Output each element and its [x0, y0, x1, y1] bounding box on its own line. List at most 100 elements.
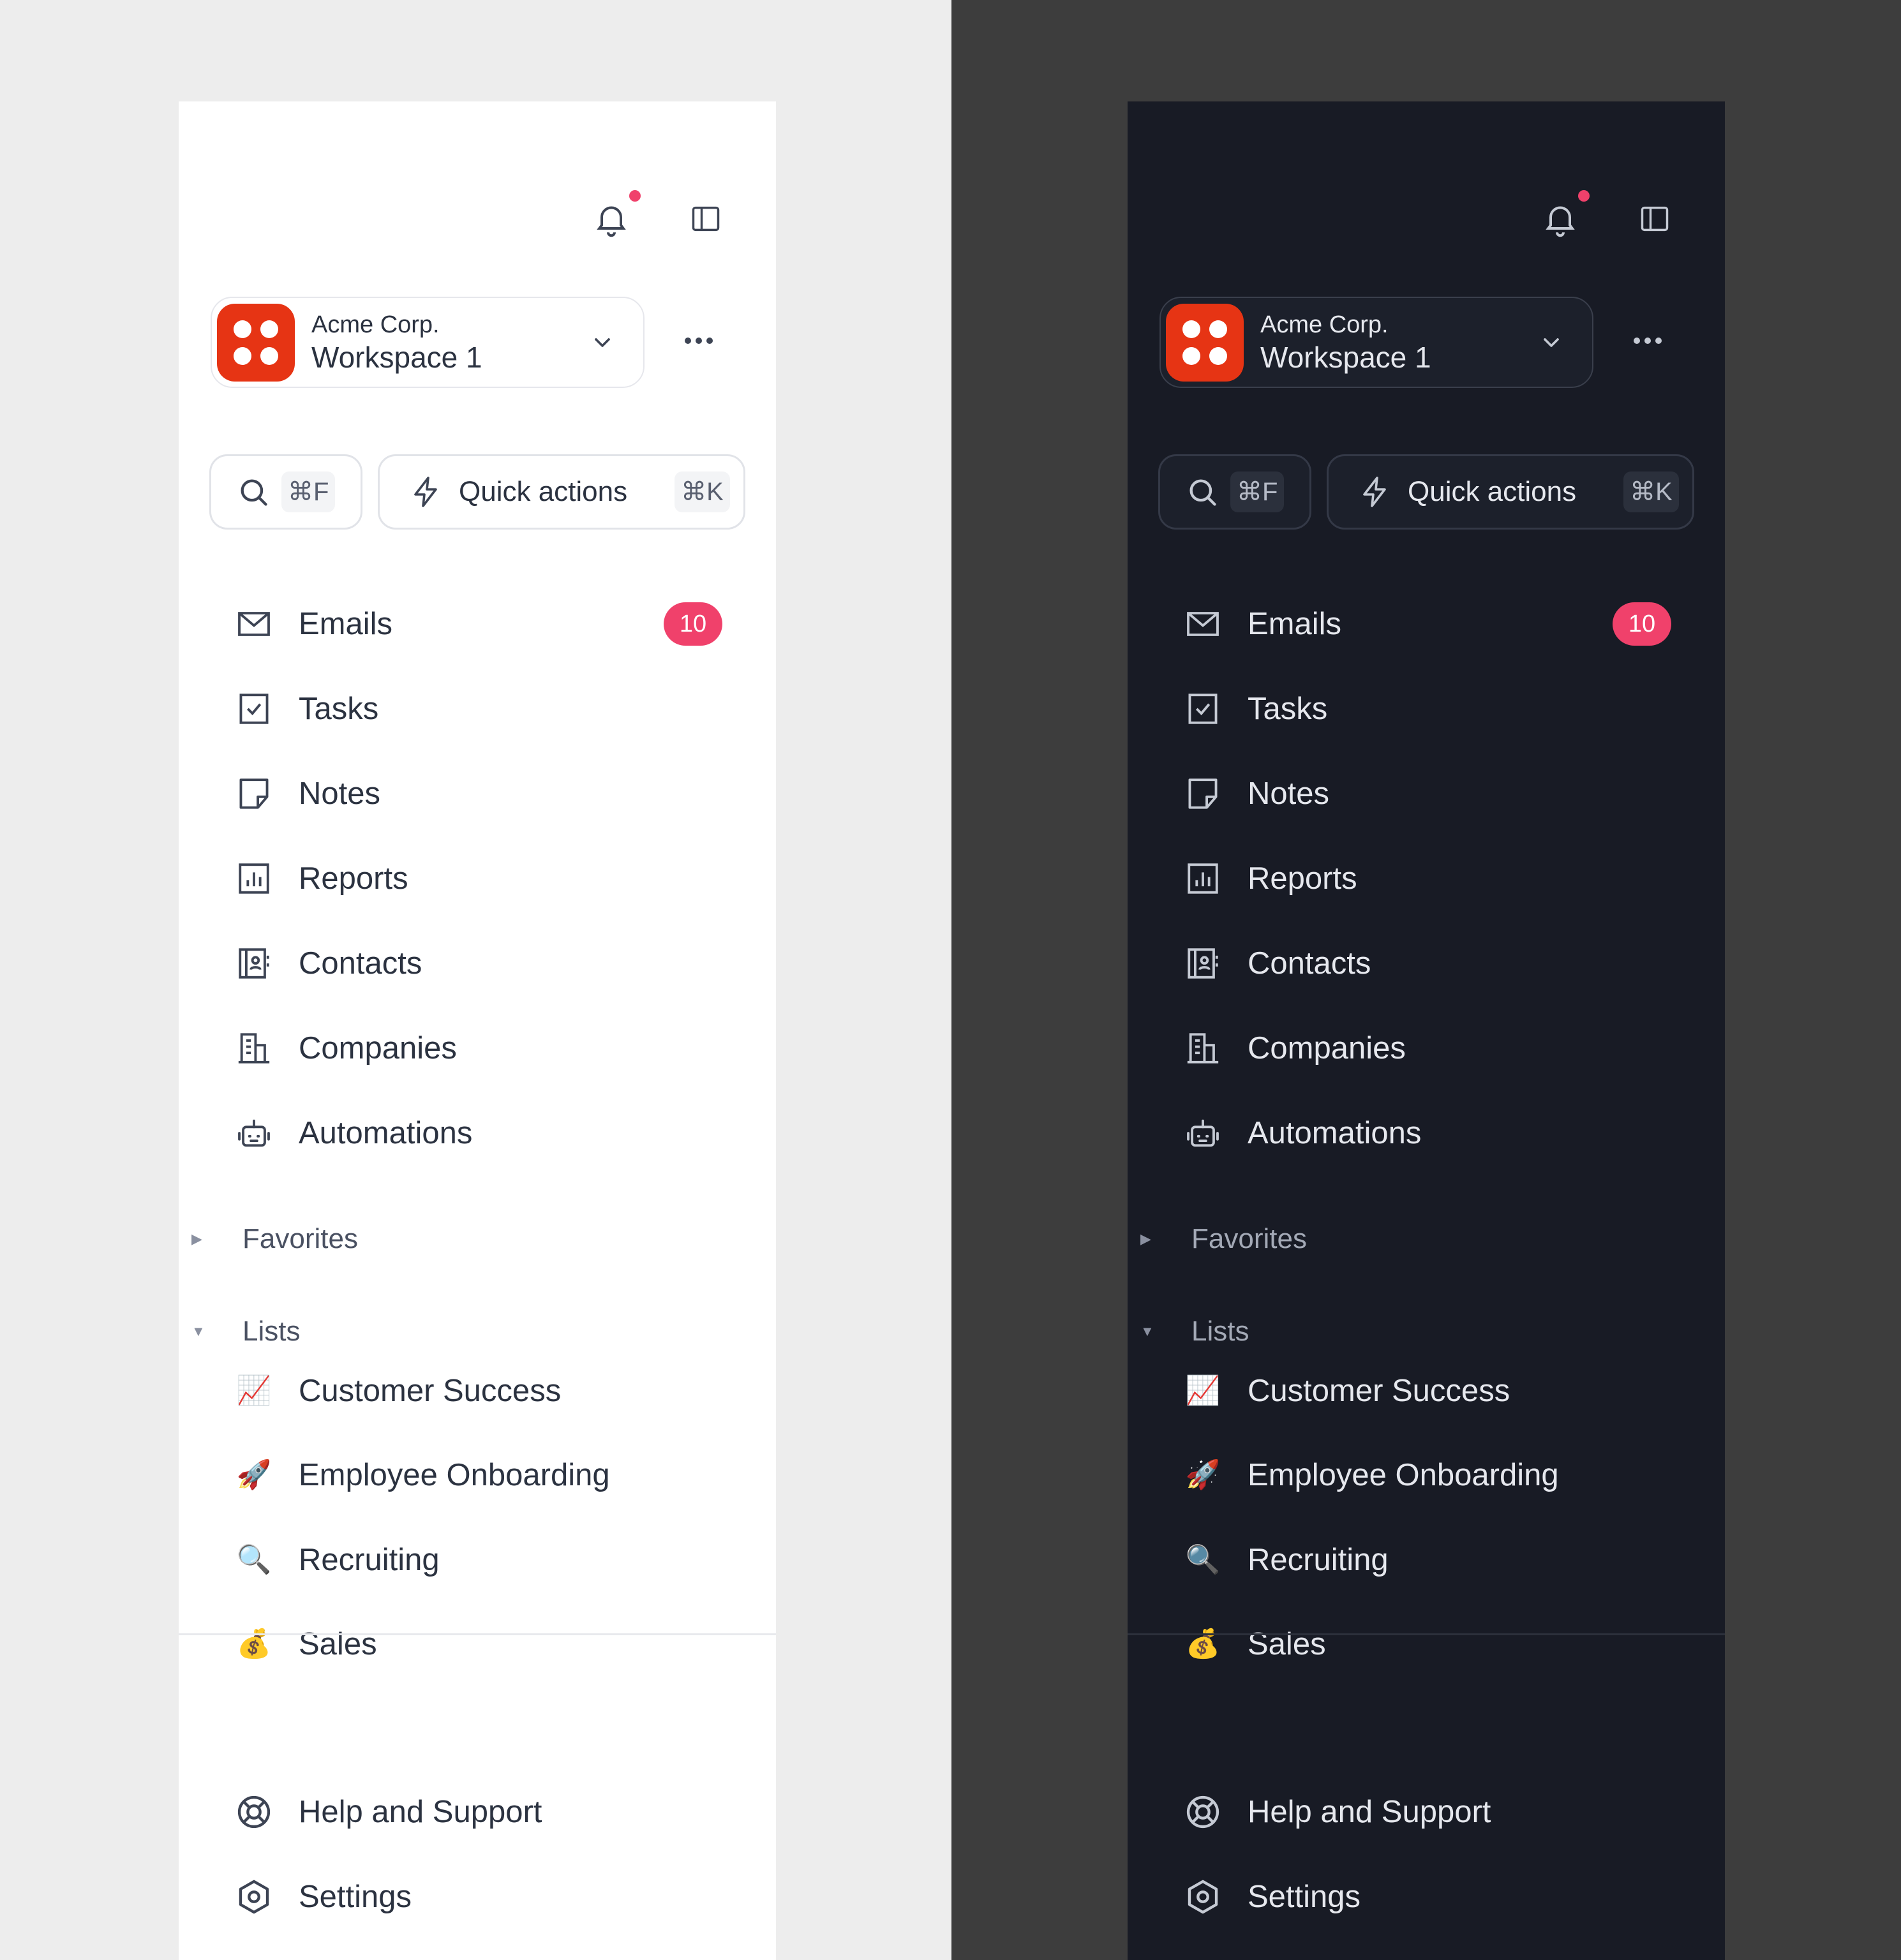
nav-item-label: Emails	[1248, 607, 1342, 641]
list-item[interactable]: 🔍 Recruiting	[235, 1534, 720, 1585]
nav-item-emails[interactable]: Emails 10	[235, 598, 722, 650]
building-icon	[1184, 1029, 1222, 1067]
search-button[interactable]: ⌘F	[209, 454, 362, 530]
unread-badge: 10	[664, 602, 722, 646]
chart-icon	[1184, 859, 1222, 898]
checkbox-icon	[235, 690, 273, 728]
nav-item-tasks[interactable]: Tasks	[235, 683, 720, 734]
chart-icon	[235, 859, 273, 898]
nav-item-reports[interactable]: Reports	[1184, 853, 1669, 904]
quick-actions-button[interactable]: Quick actions ⌘K	[1327, 454, 1694, 530]
nav-item-notes[interactable]: Notes	[1184, 768, 1669, 819]
footer-item-label: Help and Support	[299, 1795, 542, 1829]
quick-actions-button[interactable]: Quick actions ⌘K	[378, 454, 745, 530]
nav-item-automations[interactable]: Automations	[235, 1108, 720, 1159]
footer-item-gear[interactable]: Settings	[1184, 1871, 1669, 1922]
dark-theme-panel: Acme Corp. Workspace 1 ⌘F Quick actions …	[951, 0, 1901, 1960]
nav-item-label: Automations	[299, 1116, 473, 1150]
nav-item-automations[interactable]: Automations	[1184, 1108, 1669, 1159]
footer-item-gear[interactable]: Settings	[235, 1871, 720, 1922]
list-item[interactable]: 🚀 Employee Onboarding	[1184, 1450, 1669, 1501]
section-favorites[interactable]: ▶ Favorites	[1140, 1220, 1307, 1258]
section-lists[interactable]: ▼ Lists	[1140, 1312, 1249, 1351]
nav-item-label: Contacts	[299, 946, 422, 981]
company-name: Acme Corp.	[311, 311, 440, 338]
top-toolbar	[1128, 190, 1725, 238]
divider	[179, 1633, 776, 1635]
nav-item-label: Tasks	[1248, 692, 1328, 726]
toggle-sidebar-icon[interactable]	[689, 202, 722, 235]
checkbox-icon	[1184, 690, 1222, 728]
lifebuoy-icon	[1184, 1793, 1222, 1831]
more-options-icon[interactable]	[1632, 334, 1664, 347]
footer-item-label: Settings	[299, 1880, 412, 1914]
gear-icon	[235, 1878, 273, 1916]
contacts-icon	[1184, 944, 1222, 983]
light-theme-panel: Acme Corp. Workspace 1 ⌘F Quick actions …	[0, 0, 951, 1960]
list-item[interactable]: 📈 Customer Success	[1184, 1365, 1669, 1416]
caret-down-icon: ▼	[1140, 1323, 1154, 1339]
more-options-icon[interactable]	[683, 334, 715, 347]
nav-item-emails[interactable]: Emails 10	[1184, 598, 1671, 650]
list-item-label: Sales	[299, 1627, 377, 1661]
notifications-bell-icon[interactable]	[592, 200, 630, 238]
list-item[interactable]: 💰 Sales	[235, 1619, 720, 1670]
nav-item-label: Notes	[1248, 776, 1330, 811]
workspace-switcher[interactable]: Acme Corp. Workspace 1	[211, 297, 645, 388]
nav-item-label: Reports	[299, 861, 408, 896]
workspace-switcher[interactable]: Acme Corp. Workspace 1	[1159, 297, 1593, 388]
section-label: Lists	[1191, 1316, 1249, 1347]
list-emoji-icon: 🚀	[236, 1459, 272, 1490]
list-item-label: Customer Success	[1248, 1374, 1510, 1408]
nav-item-reports[interactable]: Reports	[235, 853, 720, 904]
section-favorites[interactable]: ▶ Favorites	[191, 1220, 358, 1258]
mail-icon	[1184, 605, 1222, 643]
toggle-sidebar-icon[interactable]	[1638, 202, 1671, 235]
list-item[interactable]: 📈 Customer Success	[235, 1365, 720, 1416]
list-emoji-icon: 🔍	[1185, 1544, 1221, 1575]
list-item[interactable]: 🚀 Employee Onboarding	[235, 1450, 720, 1501]
search-shortcut: ⌘F	[281, 471, 336, 512]
quick-actions-label: Quick actions	[1408, 476, 1577, 507]
nav-item-tasks[interactable]: Tasks	[1184, 683, 1669, 734]
workspace-logo	[217, 303, 295, 382]
note-icon	[235, 775, 273, 813]
workspace-name: Workspace 1	[311, 340, 482, 374]
nav-item-contacts[interactable]: Contacts	[1184, 938, 1669, 989]
nav-item-companies[interactable]: Companies	[235, 1023, 720, 1074]
list-emoji-icon: 🔍	[236, 1544, 272, 1575]
footer-item-lifebuoy[interactable]: Help and Support	[1184, 1786, 1669, 1838]
lifebuoy-icon	[235, 1793, 273, 1831]
list-emoji-icon: 💰	[236, 1628, 272, 1659]
nav-item-companies[interactable]: Companies	[1184, 1023, 1669, 1074]
nav-item-label: Companies	[1248, 1031, 1406, 1065]
footer-item-lifebuoy[interactable]: Help and Support	[235, 1786, 720, 1838]
nav-item-notes[interactable]: Notes	[235, 768, 720, 819]
nav-item-contacts[interactable]: Contacts	[235, 938, 720, 989]
nav-item-label: Emails	[299, 607, 393, 641]
quick-actions-label: Quick actions	[459, 476, 628, 507]
list-item-label: Employee Onboarding	[299, 1458, 610, 1492]
notifications-bell-icon[interactable]	[1541, 200, 1579, 238]
list-item-label: Customer Success	[299, 1374, 562, 1408]
note-icon	[1184, 775, 1222, 813]
nav-item-label: Contacts	[1248, 946, 1371, 981]
list-item-label: Sales	[1248, 1627, 1326, 1661]
section-label: Favorites	[1191, 1223, 1307, 1254]
list-item[interactable]: 💰 Sales	[1184, 1619, 1669, 1670]
search-button[interactable]: ⌘F	[1158, 454, 1311, 530]
chevron-down-icon	[590, 330, 615, 355]
unread-badge: 10	[1613, 602, 1671, 646]
top-toolbar	[179, 190, 776, 238]
chevron-down-icon	[1539, 330, 1564, 355]
list-emoji-icon: 💰	[1185, 1628, 1221, 1659]
robot-icon	[1184, 1114, 1222, 1152]
search-icon	[1186, 475, 1219, 509]
section-lists[interactable]: ▼ Lists	[191, 1312, 300, 1351]
lightning-icon	[410, 475, 441, 509]
company-name: Acme Corp.	[1260, 311, 1389, 338]
list-item[interactable]: 🔍 Recruiting	[1184, 1534, 1669, 1585]
list-emoji-icon: 📈	[236, 1375, 272, 1406]
contacts-icon	[235, 944, 273, 983]
quick-actions-shortcut: ⌘K	[675, 471, 730, 512]
